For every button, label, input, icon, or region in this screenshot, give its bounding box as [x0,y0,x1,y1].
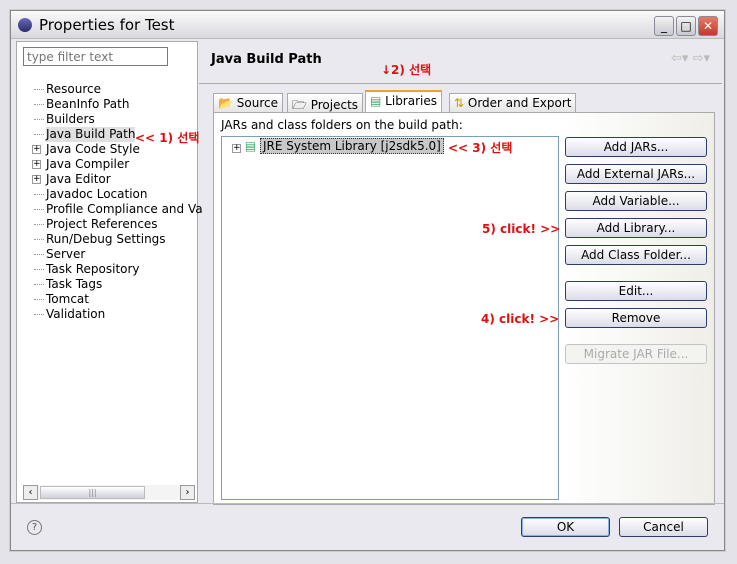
tree-connector [34,194,44,195]
tree-connector [34,89,44,90]
page-panel: Java Build Path ⇦▾ ⇨▾ ↓2) 선택 📂 Source 🗁 … [199,41,722,505]
tree-connector [34,299,44,300]
tree-connector [34,224,44,225]
expand-icon[interactable]: + [232,144,241,153]
tree-item-label: Validation [46,307,106,321]
library-icon: ▤ [244,139,257,153]
tree-item[interactable]: + Java Compiler [32,157,130,172]
folder-icon: 🗁 [292,98,307,112]
filter-input[interactable] [23,47,168,66]
add-external-jars-button[interactable]: Add External JARs... [565,164,707,184]
scroll-thumb[interactable]: ||| [40,486,145,499]
tree-connector [34,209,44,210]
tab-order-and-export[interactable]: ⇅ Order and Export [449,93,577,113]
category-panel: ResourceBeanInfo PathBuildersJava Build … [16,41,203,503]
list-item[interactable]: + ▤ JRE System Library [j2sdk5.0] [232,138,444,154]
tree-item[interactable]: + Java Editor [32,172,111,187]
tree-item[interactable]: Resource [34,82,102,97]
annotation-step4: 4) click! >> [481,312,560,326]
tree-item-label: Builders [46,112,95,126]
expand-icon[interactable]: + [32,160,41,169]
nav-arrows[interactable]: ⇦▾ ⇨▾ [671,51,710,66]
tree-item[interactable]: Tomcat [34,292,89,307]
tree-item[interactable]: Java Build Path [34,127,136,142]
edit-button[interactable]: Edit... [565,281,707,301]
add-library-button[interactable]: Add Library... [565,218,707,238]
tree-connector [34,134,44,135]
tree-item-label: Tomcat [46,292,89,306]
tree-connector [34,239,44,240]
properties-dialog: Properties for Test _ □ ✕ ResourceBeanIn… [10,10,725,551]
back-icon[interactable]: ⇦▾ [671,51,688,66]
tree-connector [34,269,44,270]
annotation-step5: 5) click! >> [482,222,561,236]
tree-connector [34,104,44,105]
tree-item[interactable]: + Java Code Style [32,142,140,157]
tree-item-label: Task Repository [46,262,140,276]
tree-item[interactable]: BeanInfo Path [34,97,130,112]
library-icon: ▤ [370,94,382,108]
tree-item[interactable]: Run/Debug Settings [34,232,166,247]
tree-item[interactable]: Project References [34,217,158,232]
annotation-step3: << 3) 선택 [448,141,513,155]
divider [199,83,722,84]
minimize-button[interactable]: _ [654,16,674,36]
migrate-jar-button: Migrate JAR File... [565,344,707,364]
tree-item[interactable]: Task Tags [34,277,103,292]
button-bar: ? OK Cancel [11,503,724,550]
tree-connector [34,119,44,120]
expand-icon[interactable]: + [32,145,41,154]
close-button[interactable]: ✕ [698,16,718,36]
libraries-content: JARs and class folders on the build path… [213,112,715,505]
tree-item[interactable]: Validation [34,307,106,322]
expand-icon[interactable]: + [32,175,41,184]
tree-item-label: Server [46,247,86,261]
tree-connector [34,314,44,315]
tree-item-label: Run/Debug Settings [46,232,166,246]
tree-item-label: Java Compiler [46,157,130,171]
tree-item-label: Java Build Path [46,127,136,141]
annotation-step1: << 1) 선택 [135,131,200,145]
list-item-label: JRE System Library [j2sdk5.0] [260,138,444,154]
tab-projects[interactable]: 🗁 Projects [287,93,364,113]
ok-button[interactable]: OK [521,517,610,537]
tree-item-label: Javadoc Location [46,187,148,201]
add-variable-button[interactable]: Add Variable... [565,191,707,211]
remove-button[interactable]: Remove [565,308,707,328]
horizontal-scrollbar[interactable]: ‹ ||| › [23,485,195,500]
add-class-folder-button[interactable]: Add Class Folder... [565,245,707,265]
tree-connector [34,254,44,255]
forward-icon[interactable]: ⇨▾ [693,51,710,66]
help-icon[interactable]: ? [27,520,42,535]
tree-item-label: BeanInfo Path [46,97,130,111]
add-jars-button[interactable]: Add JARs... [565,137,707,157]
tab-source[interactable]: 📂 Source [213,93,283,113]
scroll-right-icon[interactable]: › [180,485,195,500]
tree-item-label: Resource [46,82,102,96]
tree-item-label: Task Tags [46,277,103,291]
tree-connector [34,284,44,285]
window-title: Properties for Test [39,16,175,34]
tree-item[interactable]: Builders [34,112,95,127]
order-icon: ⇅ [454,96,465,110]
tree-item[interactable]: Task Repository [34,262,140,277]
title-bar: Properties for Test _ □ ✕ [11,11,724,39]
annotation-step2: ↓2) 선택 [381,63,432,77]
tree-item-label: Java Editor [46,172,111,186]
build-path-label: JARs and class folders on the build path… [221,118,463,132]
scroll-left-icon[interactable]: ‹ [23,485,38,500]
tree-item-label: Profile Compliance and Va [46,202,203,216]
maximize-button[interactable]: □ [676,16,696,36]
tree-item[interactable]: Profile Compliance and Va [34,202,203,217]
tree-item[interactable]: Server [34,247,86,262]
page-title: Java Build Path [211,52,322,67]
tree-item[interactable]: Javadoc Location [34,187,148,202]
source-folder-icon: 📂 [218,96,233,110]
tree-item-label: Project References [46,217,158,231]
tree-item-label: Java Code Style [46,142,140,156]
eclipse-icon [18,18,32,32]
tab-libraries[interactable]: ▤ Libraries [365,90,442,113]
cancel-button[interactable]: Cancel [619,517,708,537]
